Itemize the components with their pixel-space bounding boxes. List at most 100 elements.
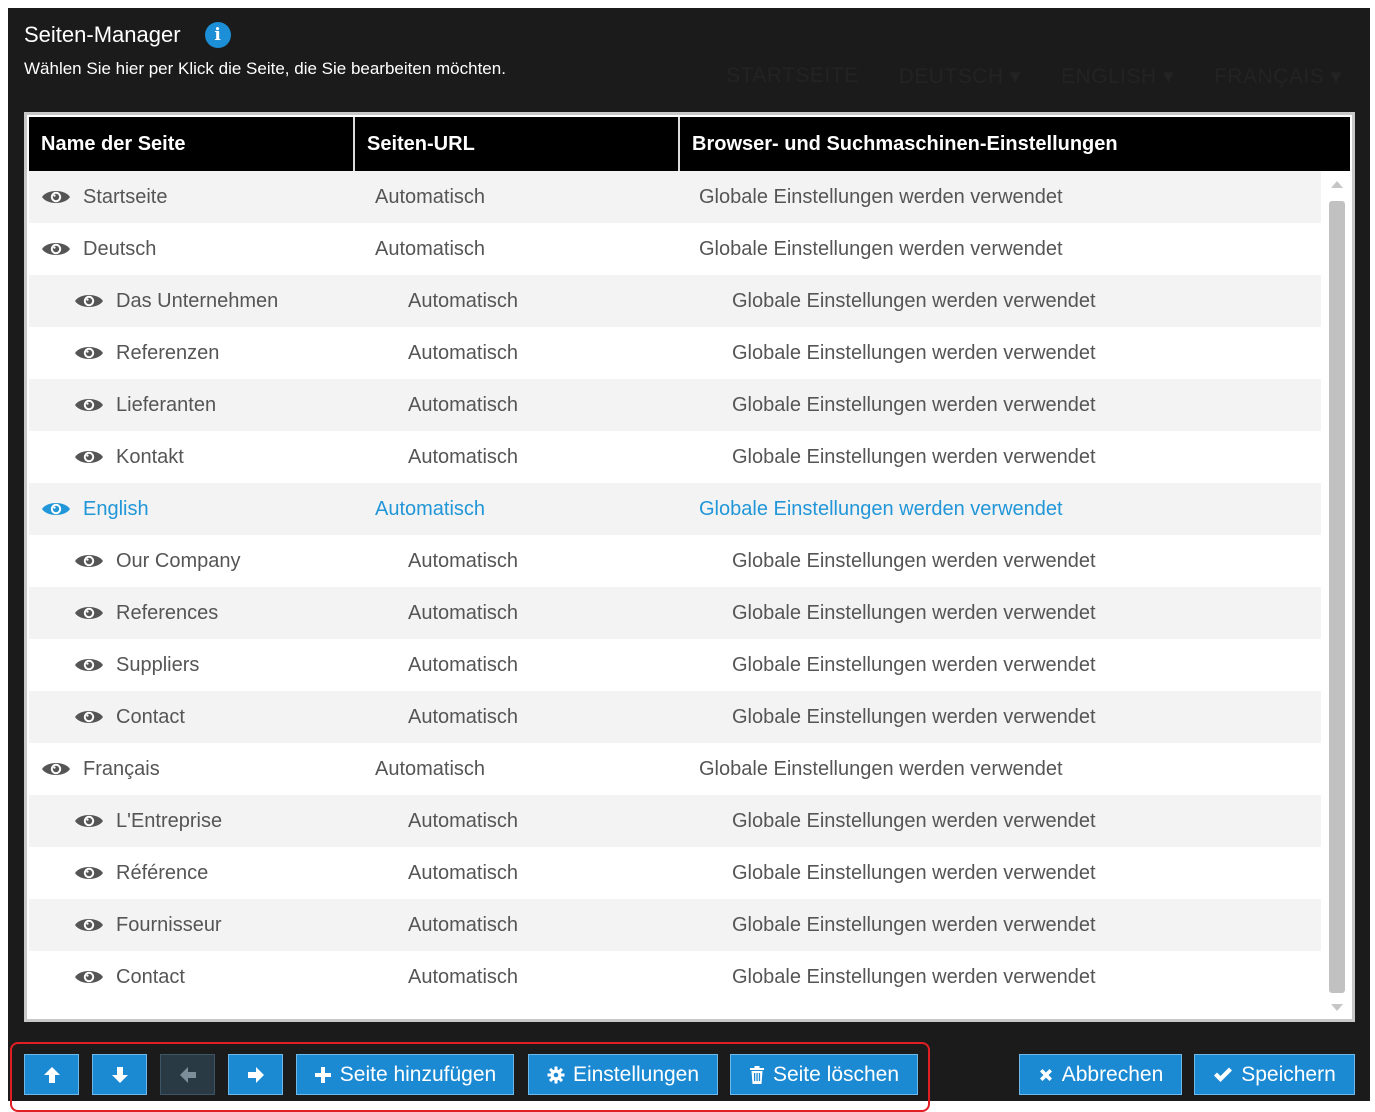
table-row[interactable]: English Automatisch Globale Einstellungen … [29,483,1321,535]
table-row[interactable]: Lieferanten Automatisch Globale Einstellun… [29,379,1321,431]
scrollbar-thumb[interactable] [1329,201,1345,993]
page-settings-cell[interactable]: Globale Einstellungen werden verwendet [723,550,1096,573]
table-row[interactable]: L'Entreprise Automatisch Globale Einstellu… [29,795,1321,847]
table-row[interactable]: Suppliers Automatisch Globale Einstellunge… [29,639,1321,691]
page-url-cell[interactable]: Automatisch [365,186,690,209]
page-url-cell[interactable]: Automatisch [398,446,723,469]
table-row[interactable]: Referenzen Automatisch Globale Einstellung… [29,327,1321,379]
page-name-cell[interactable]: Contact [29,966,398,989]
page-url-cell[interactable]: Automatisch [398,394,723,417]
page-settings-cell[interactable]: Globale Einstellungen werden verwendet [723,342,1096,365]
info-circle-icon[interactable]: i [204,22,231,48]
dialog-subtitle: Wählen Sie hier per Klick die Seite, die… [24,59,506,78]
add-page-button[interactable]: Seite hinzufügen [296,1054,514,1095]
eye-visibility-icon[interactable] [41,239,71,259]
eye-visibility-icon[interactable] [74,915,104,935]
eye-visibility-icon[interactable] [74,811,104,831]
page-settings: Globale Einstellungen werden verwendet [699,237,1063,260]
page-settings-cell[interactable]: Globale Einstellungen werden verwendet [723,394,1096,417]
page-settings-cell[interactable]: Globale Einstellungen werden verwendet [723,862,1096,885]
scroll-down-arrow-icon[interactable] [1331,1004,1343,1011]
move-down-button[interactable] [92,1054,147,1095]
page-url-cell[interactable]: Automatisch [398,810,723,833]
page-name-cell[interactable]: Référence [29,862,398,885]
table-row[interactable]: Contact Automatisch Globale Einstellungen … [29,951,1321,1003]
page-url: Automatisch [408,393,519,416]
table-row[interactable]: Our Company Automatisch Globale Einstellun… [29,535,1321,587]
table-row[interactable]: Français Automatisch Globale Einstellungen… [29,743,1321,795]
page-url-cell[interactable]: Automatisch [398,966,723,989]
move-left-button[interactable] [160,1054,215,1095]
page-url-cell[interactable]: Automatisch [398,602,723,625]
page-settings-cell[interactable]: Globale Einstellungen werden verwendet [723,966,1096,989]
page-name-cell[interactable]: Français [29,758,365,781]
eye-visibility-icon[interactable] [74,707,104,727]
page-url-cell[interactable]: Automatisch [365,758,690,781]
page-name-cell[interactable]: Fournisseur [29,914,398,937]
delete-page-button[interactable]: Seite löschen [730,1054,918,1095]
page-url-cell[interactable]: Automatisch [398,654,723,677]
page-url-cell[interactable]: Automatisch [365,498,690,521]
page-url-cell[interactable]: Automatisch [398,550,723,573]
eye-visibility-icon[interactable] [74,603,104,623]
eye-visibility-icon[interactable] [74,395,104,415]
move-right-button[interactable] [228,1054,283,1095]
page-name-cell[interactable]: Startseite [29,186,365,209]
page-url-cell[interactable]: Automatisch [398,914,723,937]
eye-visibility-icon[interactable] [74,551,104,571]
cancel-button[interactable]: Abbrechen [1019,1054,1182,1095]
page-settings-cell[interactable]: Globale Einstellungen werden verwendet [723,290,1096,313]
column-header-seo-settings[interactable]: Browser- und Suchmaschinen-Einstellungen [680,117,1350,171]
column-header-page-name[interactable]: Name der Seite [29,117,355,171]
page-name-cell[interactable]: Referenzen [29,342,398,365]
settings-button[interactable]: Einstellungen [528,1054,718,1095]
page-url-cell[interactable]: Automatisch [365,238,690,261]
eye-visibility-icon[interactable] [74,863,104,883]
column-header-page-url[interactable]: Seiten-URL [355,117,680,171]
page-settings-cell[interactable]: Globale Einstellungen werden verwendet [690,186,1063,209]
table-row[interactable]: References Automatisch Globale Einstellung… [29,587,1321,639]
eye-visibility-icon[interactable] [74,343,104,363]
eye-visibility-icon[interactable] [74,447,104,467]
page-settings-cell[interactable]: Globale Einstellungen werden verwendet [690,498,1063,521]
page-settings-cell[interactable]: Globale Einstellungen werden verwendet [690,238,1063,261]
page-name-cell[interactable]: Lieferanten [29,394,398,417]
table-row[interactable]: Deutsch Automatisch Globale Einstellungen … [29,223,1321,275]
page-settings-cell[interactable]: Globale Einstellungen werden verwendet [723,446,1096,469]
page-url-cell[interactable]: Automatisch [398,342,723,365]
page-name-cell[interactable]: Deutsch [29,238,365,261]
eye-visibility-icon[interactable] [74,291,104,311]
eye-visibility-icon[interactable] [41,499,71,519]
page-url-cell[interactable]: Automatisch [398,290,723,313]
page-name-cell[interactable]: L'Entreprise [29,810,398,833]
eye-visibility-icon[interactable] [41,187,71,207]
page-name-cell[interactable]: Our Company [29,550,398,573]
page-url-cell[interactable]: Automatisch [398,706,723,729]
eye-visibility-icon[interactable] [74,967,104,987]
page-settings-cell[interactable]: Globale Einstellungen werden verwendet [723,602,1096,625]
page-name-cell[interactable]: Suppliers [29,654,398,677]
page-name-cell[interactable]: References [29,602,398,625]
page-name-cell[interactable]: Das Unternehmen [29,290,398,313]
page-settings-cell[interactable]: Globale Einstellungen werden verwendet [723,706,1096,729]
page-name-cell[interactable]: Kontakt [29,446,398,469]
table-row[interactable]: Kontakt Automatisch Globale Einstellungen … [29,431,1321,483]
page-url-cell[interactable]: Automatisch [398,862,723,885]
move-up-button[interactable] [24,1054,79,1095]
page-name-cell[interactable]: English [29,498,365,521]
save-button[interactable]: Speichern [1194,1054,1355,1095]
scroll-up-arrow-icon[interactable] [1331,181,1343,188]
table-row[interactable]: Das Unternehmen Automatisch Globale Einste… [29,275,1321,327]
table-scrollbar[interactable] [1326,175,1348,1015]
page-settings-cell[interactable]: Globale Einstellungen werden verwendet [690,758,1063,781]
eye-visibility-icon[interactable] [74,655,104,675]
table-row[interactable]: Fournisseur Automatisch Globale Einstellun… [29,899,1321,951]
page-settings-cell[interactable]: Globale Einstellungen werden verwendet [723,654,1096,677]
table-row[interactable]: Référence Automatisch Globale Einstellunge… [29,847,1321,899]
table-row[interactable]: Contact Automatisch Globale Einstellungen … [29,691,1321,743]
page-name-cell[interactable]: Contact [29,706,398,729]
table-row[interactable]: Startseite Automatisch Globale Einstellung… [29,171,1321,223]
page-settings-cell[interactable]: Globale Einstellungen werden verwendet [723,914,1096,937]
eye-visibility-icon[interactable] [41,759,71,779]
page-settings-cell[interactable]: Globale Einstellungen werden verwendet [723,810,1096,833]
